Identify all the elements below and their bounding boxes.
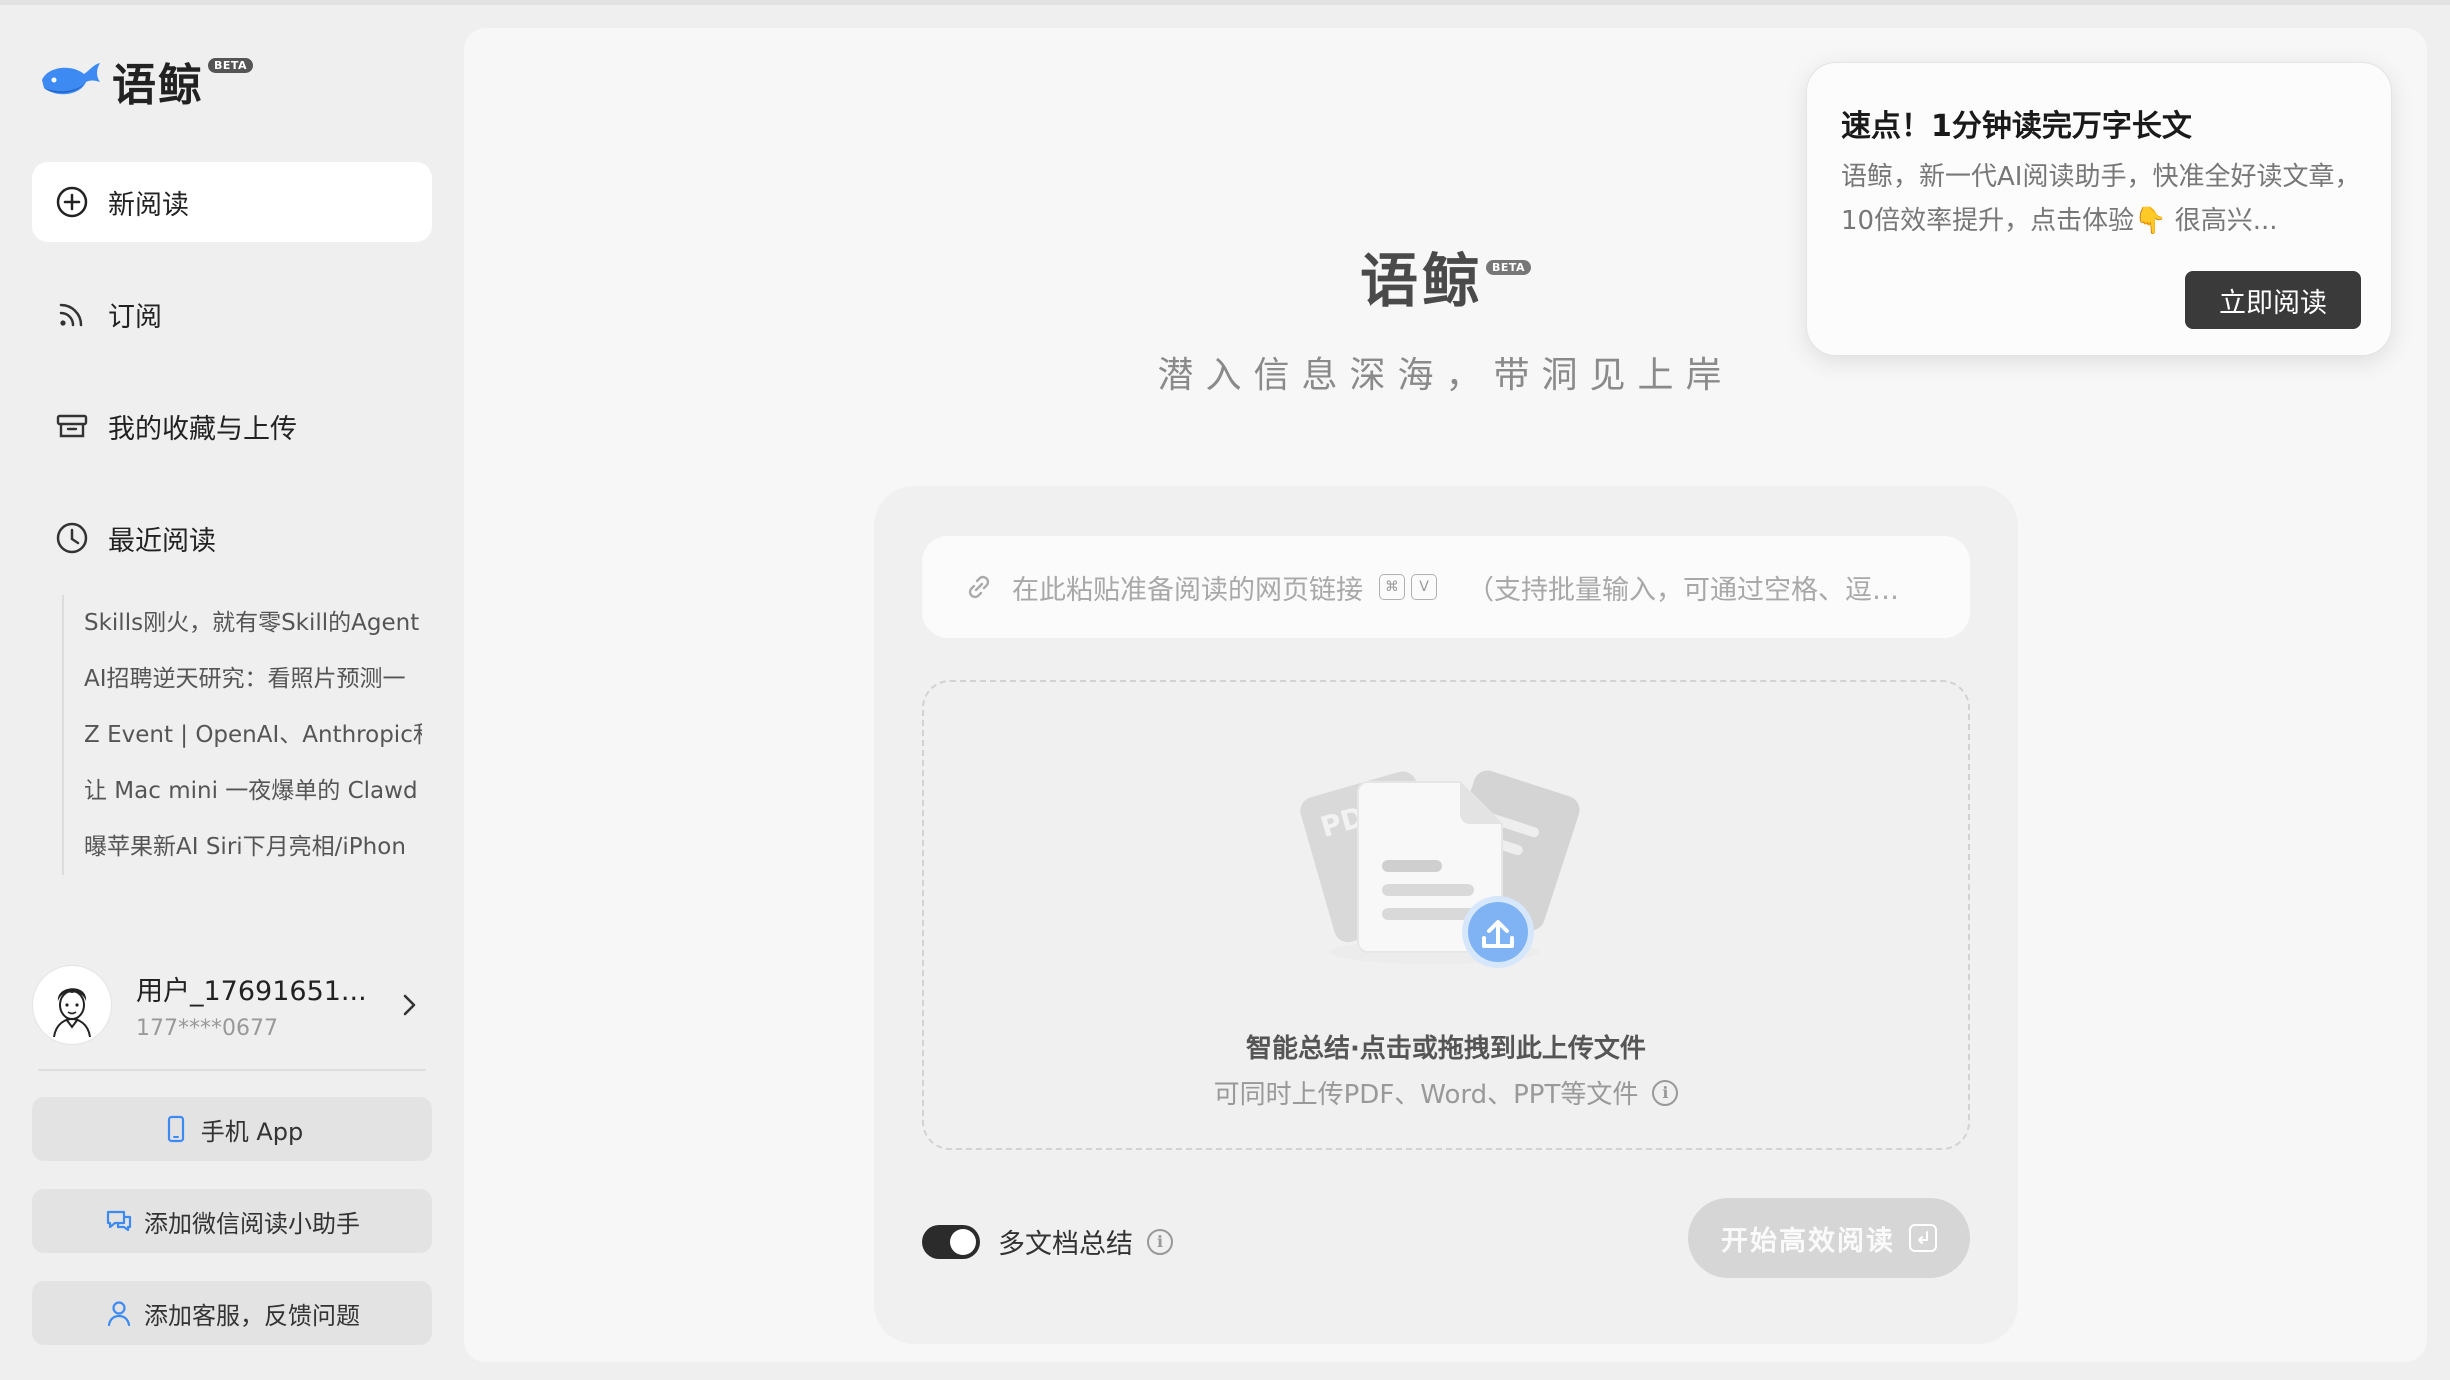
sidebar-divider [38,1069,426,1071]
link-input[interactable]: 在此粘贴准备阅读的网页链接 ⌘ V （支持批量输入，可通过空格、逗号分隔多个链接… [922,536,1970,638]
add-wechat-assistant-button[interactable]: 添加微信阅读小助手 [32,1189,432,1253]
button-label: 手机 App [200,1117,304,1146]
person-icon [104,1298,134,1328]
v-key-icon: V [1411,574,1437,600]
nav-label: 最近阅读 [108,525,216,557]
file-dropzone[interactable]: PDF 智能总结·点击或拖拽到此上传文件 可同时上传PDF、Word、PPT等文… [922,680,1970,1150]
read-now-button[interactable]: 立即阅读 [2185,271,2361,329]
hero-beta-badge: BETA [1485,260,1532,275]
add-customer-service-button[interactable]: 添加客服，反馈问题 [32,1281,432,1345]
brand-name: 语鲸 [112,60,204,111]
start-reading-label: 开始高效阅读 [1721,1225,1895,1257]
start-reading-button[interactable]: 开始高效阅读 [1688,1198,1970,1278]
archive-box-icon [54,408,90,444]
nav-label: 我的收藏与上传 [108,413,297,445]
hero-brand-name: 语鲸 [1359,247,1484,315]
recent-item[interactable]: Z Event | OpenAI、Anthropic和 [64,707,422,763]
toggle-knob [950,1228,976,1255]
recent-item[interactable]: 让 Mac mini 一夜爆单的 Clawd [64,763,422,819]
phone-icon [161,1114,191,1144]
link-input-placeholder: 在此粘贴准备阅读的网页链接 [1012,574,1363,606]
dropzone-subtitle-row: 可同时上传PDF、Word、PPT等文件 i [924,1074,1968,1111]
rss-icon [54,296,90,332]
nav-label: 订阅 [108,301,162,333]
beta-badge: BETA [208,57,254,73]
user-phone: 177****0677 [136,1016,278,1041]
user-name: 用户_17691651... [136,976,367,1007]
user-profile-card[interactable]: 用户_17691651... 177****0677 [32,960,432,1050]
nav-subscribe[interactable]: 订阅 [32,274,432,354]
nav-new-reading[interactable]: 新阅读 [32,162,432,242]
info-icon[interactable]: i [1652,1079,1679,1106]
recent-reading-list: Skills刚火，就有零Skill的Agent AI招聘逆天研究：看照片预测一 … [62,595,422,875]
multi-doc-summary-label: 多文档总结 [998,1229,1133,1260]
link-icon [968,575,990,599]
brand-logo[interactable]: 语鲸 BETA [38,53,254,111]
info-icon[interactable]: i [1147,1228,1173,1255]
cmd-key-icon: ⌘ [1379,574,1405,600]
mobile-app-button[interactable]: 手机 App [32,1097,432,1161]
avatar [32,965,112,1045]
button-label: 添加客服，反馈问题 [144,1301,360,1330]
popup-body: 语鲸，新一代AI阅读助手，快准全好读文章，10倍效率提升，点击体验👇 很高兴..… [1841,162,2361,236]
promo-popup[interactable]: 速点！1分钟读完万字长文 语鲸，新一代AI阅读助手，快准全好读文章，10倍效率提… [1806,62,2392,356]
chevron-right-icon [403,994,416,1016]
enter-key-icon [1909,1224,1937,1252]
link-input-hint: （支持批量输入，可通过空格、逗号分隔多个链接） [1467,574,1907,606]
chat-bubbles-icon [104,1206,134,1236]
recent-item[interactable]: AI招聘逆天研究：看照片预测一 [64,651,422,707]
paste-shortcut: ⌘ V [1373,574,1437,600]
reading-panel: 在此粘贴准备阅读的网页链接 ⌘ V （支持批量输入，可通过空格、逗号分隔多个链接… [874,486,2018,1344]
recent-item[interactable]: 曝苹果新AI Siri下月亮相/iPhon [64,819,422,875]
popup-title: 速点！1分钟读完万字长文 [1841,109,2192,144]
file-upload-illustration-icon: PDF [1300,770,1580,968]
plus-circle-icon [54,184,90,220]
user-info: 用户_17691651... 177****0677 [136,969,394,1041]
nav-label: 新阅读 [108,189,189,221]
nav-recent[interactable]: 最近阅读 [32,498,432,578]
whale-logo-icon [42,63,100,95]
sidebar: 语鲸 BETA 新阅读 订阅 我的收藏与上传 最近阅读 Skills刚火，就有零… [0,5,462,1380]
recent-item[interactable]: Skills刚火，就有零Skill的Agent [64,595,422,651]
clock-icon [54,520,90,556]
dropzone-subtitle: 可同时上传PDF、Word、PPT等文件 [1213,1080,1639,1110]
dropzone-title: 智能总结·点击或拖拽到此上传文件 [1246,1034,1646,1064]
multi-doc-summary-row: 多文档总结 i [922,1222,1173,1261]
multi-doc-summary-toggle[interactable] [922,1224,980,1259]
cartoon-avatar-icon [53,988,91,1037]
nav-favorites-uploads[interactable]: 我的收藏与上传 [32,386,432,466]
button-label: 添加微信阅读小助手 [144,1209,360,1238]
app-window: 语鲸 BETA 新阅读 订阅 我的收藏与上传 最近阅读 Skills刚火，就有零… [0,0,2450,1380]
